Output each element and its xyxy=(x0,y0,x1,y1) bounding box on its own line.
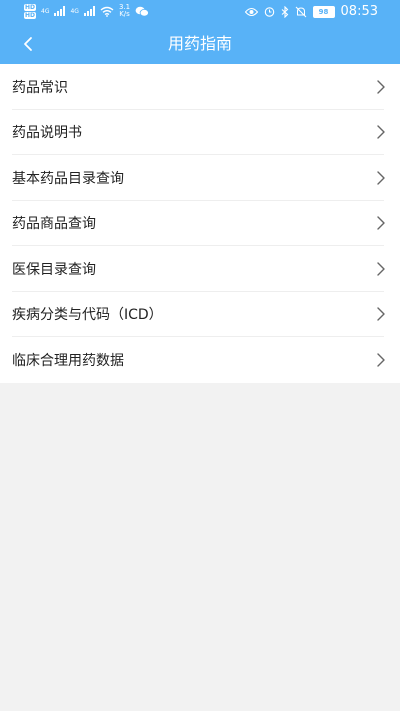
menu-item-insurance-catalog[interactable]: 医保目录查询 xyxy=(0,246,400,292)
network-4g-label-2: 4G xyxy=(70,7,79,15)
wifi-icon xyxy=(100,6,114,17)
status-bar-right: 98 08:53 xyxy=(244,4,378,19)
menu-item-clinical-drug-data[interactable]: 临床合理用药数据 xyxy=(0,337,400,383)
back-button[interactable] xyxy=(14,30,42,58)
chevron-left-icon xyxy=(24,37,32,51)
bluetooth-icon xyxy=(281,5,288,18)
chevron-right-icon xyxy=(377,125,385,139)
chevron-right-icon xyxy=(377,80,385,94)
alarm-icon xyxy=(264,7,274,17)
page-title: 用药指南 xyxy=(167,34,232,53)
menu-item-label: 药品常识 xyxy=(12,79,68,96)
chevron-right-icon xyxy=(377,216,385,230)
signal-icon-2 xyxy=(83,6,95,16)
battery-icon: 98 xyxy=(312,5,335,18)
menu-item-label: 疾病分类与代码（ICD） xyxy=(12,307,163,324)
clock: 08:53 xyxy=(340,4,378,19)
menu-item-essential-drug-catalog[interactable]: 基本药品目录查询 xyxy=(0,155,400,201)
guide-menu-list: 药品常识 药品说明书 基本药品目录查询 药品商品查询 医保目录查询 疾病分类与代… xyxy=(0,64,400,383)
hd-badge: HD HD xyxy=(24,3,37,19)
menu-item-label: 临床合理用药数据 xyxy=(12,352,124,369)
menu-item-label: 医保目录查询 xyxy=(12,261,96,278)
chevron-right-icon xyxy=(377,353,385,367)
menu-item-label: 基本药品目录查询 xyxy=(12,170,124,187)
status-bar: HD HD 4G 4G 3.1 K/s 98 08:53 xyxy=(0,0,400,24)
menu-item-label: 药品商品查询 xyxy=(12,216,96,233)
menu-item-drug-product-search[interactable]: 药品商品查询 xyxy=(0,201,400,247)
net-speed: 3.1 K/s xyxy=(118,3,131,18)
menu-item-drug-instructions[interactable]: 药品说明书 xyxy=(0,110,400,156)
signal-icon xyxy=(54,6,66,16)
network-4g-label: 4G xyxy=(41,7,50,15)
menu-item-drug-knowledge[interactable]: 药品常识 xyxy=(0,64,400,110)
eye-icon xyxy=(244,7,258,16)
chevron-right-icon xyxy=(377,307,385,321)
chevron-right-icon xyxy=(377,262,385,276)
wechat-icon xyxy=(135,6,149,17)
app-header: 用药指南 xyxy=(0,24,400,64)
status-bar-left: HD HD 4G 4G 3.1 K/s xyxy=(24,3,149,19)
menu-item-label: 药品说明书 xyxy=(12,125,82,142)
menu-item-icd-codes[interactable]: 疾病分类与代码（ICD） xyxy=(0,292,400,338)
mute-icon xyxy=(295,6,306,17)
chevron-right-icon xyxy=(377,171,385,185)
